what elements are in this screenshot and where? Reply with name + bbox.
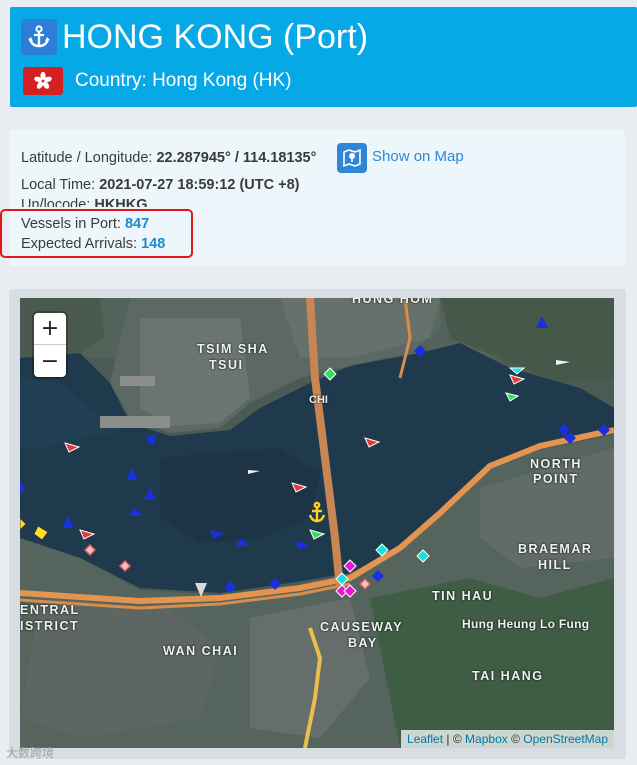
latlon-label: Latitude / Longitude:	[21, 150, 153, 166]
port-map[interactable]: TSIM SHA TSUI HUNG HOM NORTH POINT BRAEM…	[20, 298, 614, 748]
label-hung-heung-lo-fung: Hung Heung Lo Fung	[462, 617, 590, 631]
label-central-1: ENTRAL	[20, 603, 80, 617]
local-time-label: Local Time:	[21, 177, 96, 193]
label-north-point-2: POINT	[533, 472, 579, 486]
label-central-2: ISTRICT	[20, 619, 80, 633]
label-north-point-1: NORTH	[530, 457, 582, 471]
show-on-map-link[interactable]: Show on Map	[372, 148, 464, 166]
label-tai-hang: TAI HANG	[472, 669, 544, 683]
label-tin-hau: TIN HAU	[432, 589, 494, 603]
country-label: Country: Hong Kong (HK)	[75, 70, 292, 91]
leaflet-link[interactable]: Leaflet	[407, 732, 443, 746]
anchor-icon	[21, 19, 57, 55]
page-title: HONG KONG (Port)	[62, 18, 369, 56]
label-braemar-2: HILL	[538, 558, 572, 572]
label-braemar-1: BRAEMAR	[518, 542, 593, 556]
label-wan-chai: WAN CHAI	[163, 644, 239, 658]
local-time-value: 2021-07-27 18:59:12 (UTC +8)	[99, 177, 300, 193]
highlight-box	[0, 209, 193, 258]
local-time-row: Local Time: 2021-07-27 18:59:12 (UTC +8)	[21, 176, 299, 194]
map-attribution: Leaflet | © Mapbox © OpenStreetMap	[401, 730, 614, 748]
port-header: HONG KONG (Port) Country: Hong Kong (HK)	[10, 7, 637, 107]
attribution-separator: | ©	[446, 732, 462, 746]
zoom-in-button[interactable]: +	[34, 313, 66, 345]
mapbox-link[interactable]: Mapbox	[465, 732, 508, 746]
map-pin-icon[interactable]	[337, 143, 367, 173]
zoom-out-button[interactable]: −	[34, 345, 66, 377]
attribution-copy: ©	[511, 732, 520, 746]
label-causeway-2: BAY	[348, 636, 378, 650]
latlon-value: 22.287945° / 114.18135°	[156, 150, 317, 166]
label-causeway-1: CAUSEWAY	[320, 620, 404, 634]
label-hung-hom: HUNG HOM	[352, 298, 434, 306]
unlocode-value: HKHKG	[94, 197, 148, 207]
unlocode-label: Un/locode:	[21, 197, 91, 207]
label-chi: CHI	[309, 394, 328, 406]
label-tsim-sha-tsui-1: TSIM SHA	[197, 342, 269, 356]
watermark: 大数跨境	[6, 746, 55, 760]
flag-icon	[23, 67, 63, 95]
label-tsim-sha-tsui-2: TSUI	[209, 358, 244, 372]
zoom-control: + −	[34, 313, 66, 377]
latlon-row: Latitude / Longitude: 22.287945° / 114.1…	[21, 149, 316, 167]
osm-link[interactable]: OpenStreetMap	[523, 732, 608, 746]
unlocode-row: Un/locode: HKHKG	[21, 196, 148, 207]
